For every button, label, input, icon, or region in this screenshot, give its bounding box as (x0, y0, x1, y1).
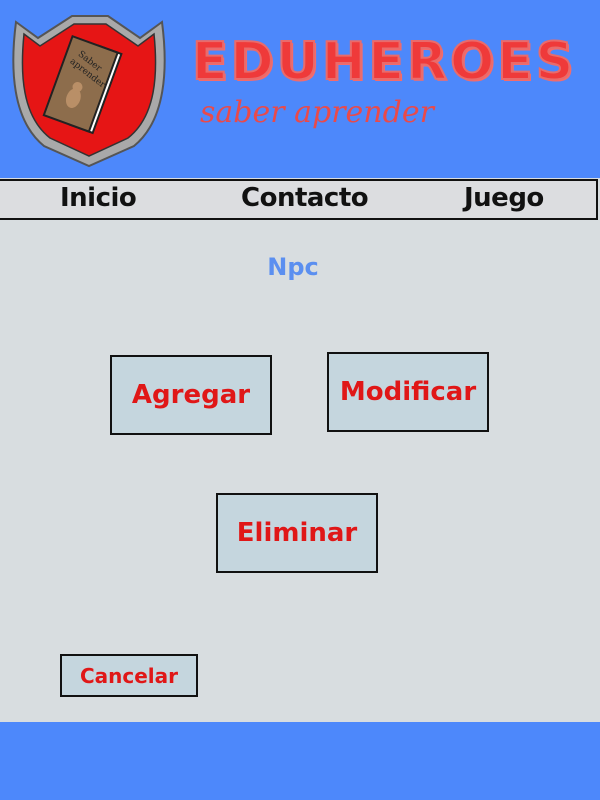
add-button[interactable]: Agregar (110, 355, 272, 435)
nav-item-inicio[interactable]: Inicio (60, 183, 137, 213)
page-title: Npc (267, 253, 319, 281)
nav-item-juego[interactable]: Juego (464, 183, 544, 213)
nav-item-contacto[interactable]: Contacto (241, 183, 369, 213)
modify-button[interactable]: Modificar (327, 352, 489, 432)
shield-logo-icon: Saber aprender (12, 15, 166, 168)
cancel-button[interactable]: Cancelar (60, 654, 198, 697)
delete-button[interactable]: Eliminar (216, 493, 378, 573)
brand-title: EDUHEROES (191, 32, 577, 92)
brand-slogan: saber aprender (200, 95, 434, 130)
header: Saber aprender EDUHEROES saber aprender (0, 0, 600, 178)
main-navbar: Inicio Contacto Juego (0, 179, 598, 220)
footer (0, 722, 600, 800)
